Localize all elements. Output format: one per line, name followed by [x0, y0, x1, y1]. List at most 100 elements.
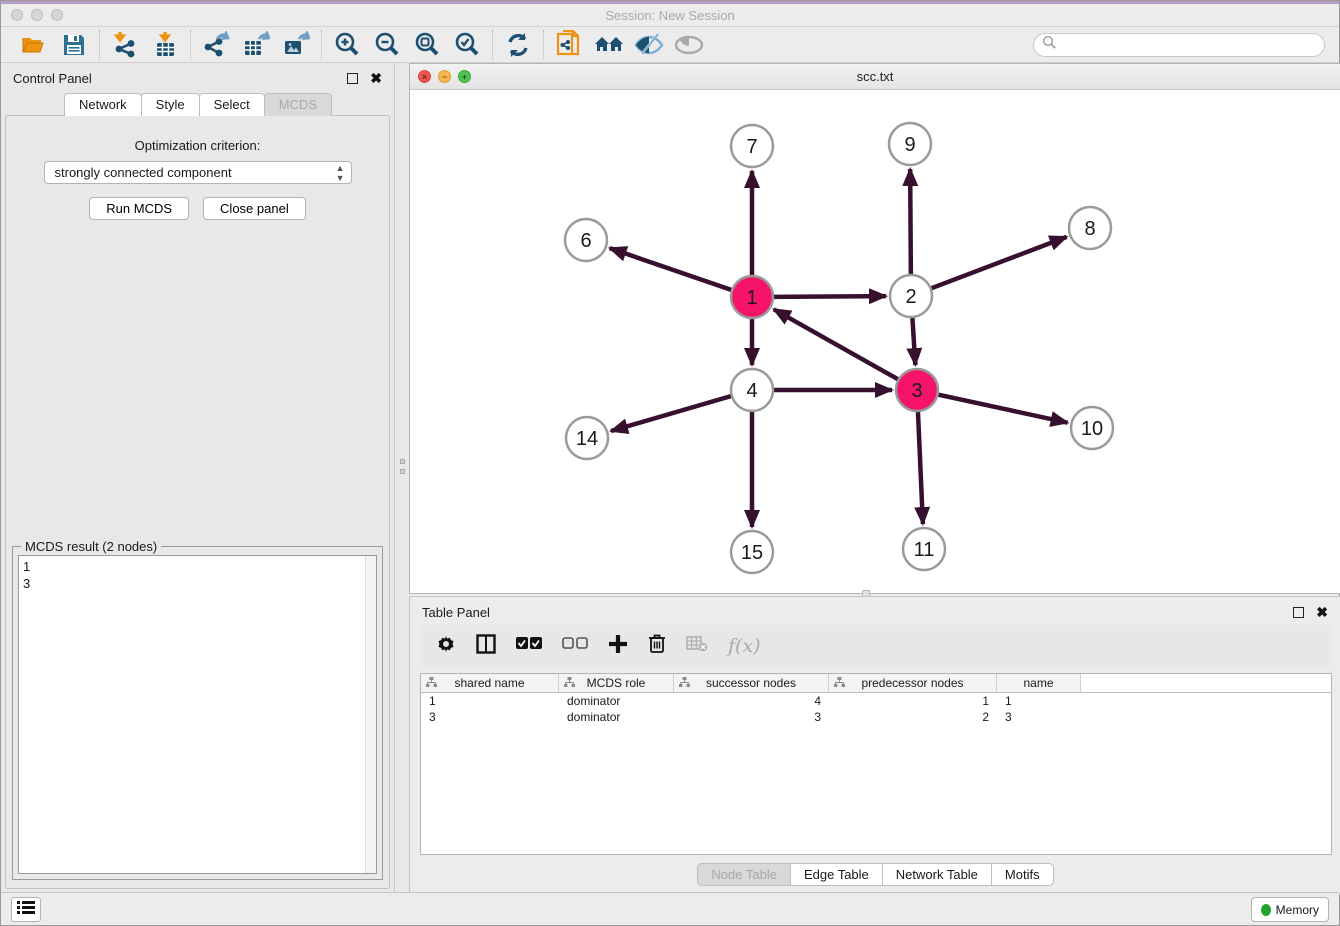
mcds-result-textarea[interactable]: 13	[18, 555, 377, 874]
close-panel-button[interactable]: Close panel	[203, 197, 306, 220]
refresh-layout-button[interactable]	[503, 30, 533, 60]
select-all-button[interactable]	[516, 637, 542, 655]
open-session-button[interactable]	[19, 30, 49, 60]
table-row[interactable]: 1dominator411	[421, 693, 1331, 709]
save-floppy-icon	[62, 33, 86, 57]
main-toolbar	[1, 27, 1339, 63]
search-wrap	[1033, 33, 1325, 57]
table-cell[interactable]: 1	[997, 693, 1081, 709]
table-cell[interactable]: 4	[674, 693, 829, 709]
columns-icon	[476, 634, 496, 659]
statusbar: Memory	[1, 892, 1339, 925]
table-cell[interactable]: dominator	[559, 693, 674, 709]
table-cell[interactable]: 3	[997, 709, 1081, 725]
graph-node-label-15: 15	[741, 542, 763, 564]
mcds-result-fieldset: MCDS result (2 nodes) 13	[12, 546, 383, 880]
optimization-criterion-label: Optimization criterion:	[6, 138, 389, 153]
memory-button[interactable]: Memory	[1251, 897, 1329, 922]
column-header-shared-name[interactable]: shared name	[421, 674, 559, 692]
tab-network-table[interactable]: Network Table	[882, 863, 992, 886]
document-share-icon	[555, 30, 583, 60]
save-session-button[interactable]	[59, 30, 89, 60]
zoom-selected-button[interactable]	[452, 30, 482, 60]
search-input[interactable]	[1057, 38, 1307, 52]
graph-edge-1-6[interactable]	[610, 248, 732, 290]
column-header-MCDS-role[interactable]: MCDS role	[559, 674, 674, 692]
table-panel: Table Panel ✖ f(x) shared name MCDS roles…	[409, 596, 1340, 894]
column-header-name[interactable]: name	[997, 674, 1081, 692]
network-canvas[interactable]: 7968124314101511	[410, 90, 1340, 593]
criterion-value: strongly connected component	[55, 165, 232, 180]
show-column-button[interactable]	[476, 634, 496, 659]
table-cell[interactable]: 3	[421, 709, 559, 725]
column-header-successor-nodes[interactable]: successor nodes	[674, 674, 829, 692]
select-stepper-icon: ▲▼	[336, 163, 345, 183]
table-panel-title: Table Panel	[422, 605, 490, 620]
column-header-predecessor-nodes[interactable]: predecessor nodes	[829, 674, 997, 692]
tab-select[interactable]: Select	[199, 93, 265, 116]
zoom-out-button[interactable]	[372, 30, 402, 60]
graph-node-label-7: 7	[746, 136, 757, 158]
graph-node-label-3: 3	[911, 380, 922, 402]
tab-style[interactable]: Style	[141, 93, 200, 116]
graph-edge-2-9[interactable]	[910, 169, 911, 274]
add-column-button[interactable]	[608, 634, 628, 659]
hide-button[interactable]	[634, 30, 664, 60]
table-panel-header: Table Panel ✖	[410, 597, 1340, 627]
refresh-icon	[504, 31, 532, 59]
graph-edge-3-10[interactable]	[938, 395, 1067, 423]
deselect-all-button[interactable]	[562, 637, 588, 655]
memory-status-icon	[1261, 904, 1271, 916]
new-network-from-selection-button[interactable]	[554, 30, 584, 60]
zoom-fit-button[interactable]	[412, 30, 442, 60]
tab-motifs[interactable]: Motifs	[991, 863, 1054, 886]
graph-edge-4-14[interactable]	[611, 396, 731, 431]
control-panel-title: Control Panel	[13, 71, 92, 86]
tab-node-table[interactable]: Node Table	[697, 863, 791, 886]
export-image-button[interactable]	[281, 30, 311, 60]
tab-edge-table[interactable]: Edge Table	[790, 863, 883, 886]
import-network-button[interactable]	[110, 30, 140, 60]
graph-edge-3-1[interactable]	[774, 309, 898, 379]
table-cell[interactable]: 3	[674, 709, 829, 725]
export-table-button[interactable]	[241, 30, 271, 60]
column-label: shared name	[454, 676, 524, 690]
graph-node-label-6: 6	[580, 230, 591, 252]
graph-edge-2-3[interactable]	[912, 318, 915, 365]
graph-edge-3-11[interactable]	[918, 412, 923, 524]
import-table-button[interactable]	[150, 30, 180, 60]
column-tree-icon	[679, 677, 690, 691]
graph-edge-2-8[interactable]	[932, 237, 1067, 288]
table-cell[interactable]: 2	[829, 709, 997, 725]
task-history-button[interactable]	[11, 897, 41, 922]
houses-button[interactable]	[594, 30, 624, 60]
search-icon	[1042, 35, 1057, 55]
graph-node-label-10: 10	[1081, 418, 1103, 440]
table-float-icon[interactable]	[1293, 607, 1304, 618]
delete-column-button[interactable]	[648, 633, 666, 659]
open-folder-icon	[21, 32, 47, 58]
table-cell[interactable]: 1	[421, 693, 559, 709]
checked-boxes-icon	[516, 637, 542, 655]
tab-network[interactable]: Network	[64, 93, 142, 116]
close-panel-icon[interactable]: ✖	[370, 71, 382, 85]
show-button	[674, 30, 704, 60]
export-network-icon	[202, 31, 230, 59]
export-network-button[interactable]	[201, 30, 231, 60]
search-field[interactable]	[1033, 33, 1325, 57]
zoom-in-button[interactable]	[332, 30, 362, 60]
result-line: 3	[23, 575, 372, 592]
table-row[interactable]: 3dominator323	[421, 709, 1331, 725]
table-cell[interactable]: 1	[829, 693, 997, 709]
table-close-icon[interactable]: ✖	[1316, 605, 1328, 619]
table-settings-button[interactable]	[436, 634, 456, 659]
table-cell[interactable]: dominator	[559, 709, 674, 725]
panel-splitter[interactable]	[396, 63, 409, 894]
table-toolbar: f(x)	[420, 625, 1332, 667]
graph-edge-1-2[interactable]	[774, 296, 886, 297]
criterion-select[interactable]: strongly connected component ▲▼	[44, 161, 352, 184]
result-scrollbar[interactable]	[365, 556, 376, 873]
float-panel-icon[interactable]	[347, 73, 358, 84]
run-mcds-button[interactable]: Run MCDS	[89, 197, 189, 220]
tab-mcds[interactable]: MCDS	[264, 93, 332, 116]
